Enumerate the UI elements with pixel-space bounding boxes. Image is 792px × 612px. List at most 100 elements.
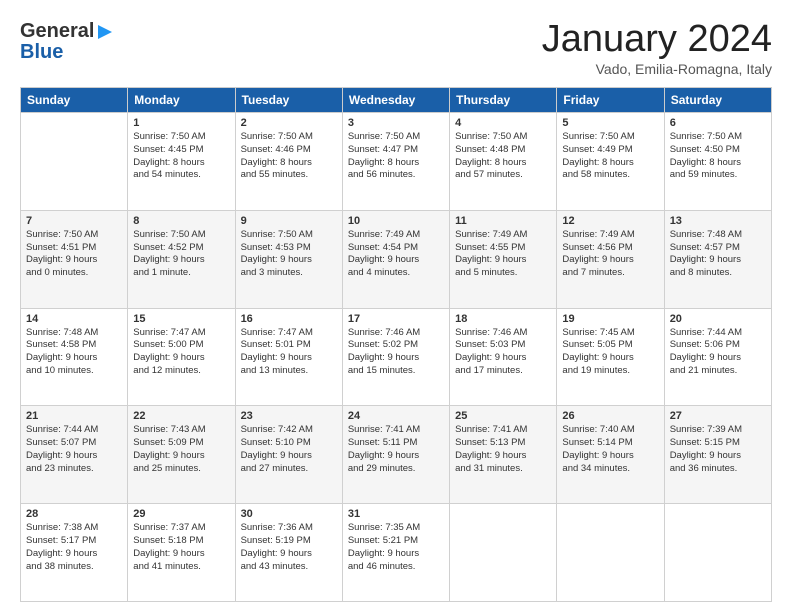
day-number: 11 xyxy=(455,215,551,227)
day-info: Sunrise: 7:49 AMSunset: 4:54 PMDaylight:… xyxy=(348,229,444,280)
table-row: 28 Sunrise: 7:38 AMSunset: 5:17 PMDayligh… xyxy=(21,504,128,602)
day-number: 4 xyxy=(455,117,551,129)
table-row: 18 Sunrise: 7:46 AMSunset: 5:03 PMDayligh… xyxy=(450,308,557,406)
calendar-header-row: Sunday Monday Tuesday Wednesday Thursday… xyxy=(21,88,772,113)
day-info: Sunrise: 7:40 AMSunset: 5:14 PMDaylight:… xyxy=(562,424,658,475)
day-number: 14 xyxy=(26,313,122,325)
day-info: Sunrise: 7:49 AMSunset: 4:55 PMDaylight:… xyxy=(455,229,551,280)
day-info: Sunrise: 7:42 AMSunset: 5:10 PMDaylight:… xyxy=(241,424,337,475)
table-row: 9Sunrise: 7:50 AMSunset: 4:53 PMDaylight… xyxy=(235,210,342,308)
col-sunday: Sunday xyxy=(21,88,128,113)
day-number: 27 xyxy=(670,410,766,422)
day-number: 29 xyxy=(133,508,229,520)
table-row: 27 Sunrise: 7:39 AMSunset: 5:15 PMDayligh… xyxy=(664,406,771,504)
table-row: 10Sunrise: 7:49 AMSunset: 4:54 PMDayligh… xyxy=(342,210,449,308)
logo-arrow-icon xyxy=(96,23,114,41)
table-row: 2Sunrise: 7:50 AMSunset: 4:46 PMDaylight… xyxy=(235,113,342,211)
day-number: 7 xyxy=(26,215,122,227)
day-number: 3 xyxy=(348,117,444,129)
day-info: Sunrise: 7:45 AMSunset: 5:05 PMDaylight:… xyxy=(562,327,658,378)
day-info: Sunrise: 7:37 AMSunset: 5:18 PMDaylight:… xyxy=(133,522,229,573)
day-number: 20 xyxy=(670,313,766,325)
col-friday: Friday xyxy=(557,88,664,113)
day-info: Sunrise: 7:41 AMSunset: 5:11 PMDaylight:… xyxy=(348,424,444,475)
table-row: 17Sunrise: 7:46 AMSunset: 5:02 PMDayligh… xyxy=(342,308,449,406)
table-row: 25 Sunrise: 7:41 AMSunset: 5:13 PMDayligh… xyxy=(450,406,557,504)
day-number: 22 xyxy=(133,410,229,422)
day-number: 28 xyxy=(26,508,122,520)
day-number: 6 xyxy=(670,117,766,129)
day-info: Sunrise: 7:50 AMSunset: 4:45 PMDaylight:… xyxy=(133,131,229,182)
day-number: 5 xyxy=(562,117,658,129)
day-number: 17 xyxy=(348,313,444,325)
table-row: 4 Sunrise: 7:50 AMSunset: 4:48 PMDaylight… xyxy=(450,113,557,211)
day-info: Sunrise: 7:50 AMSunset: 4:47 PMDaylight:… xyxy=(348,131,444,182)
calendar-week-row: 1 Sunrise: 7:50 AMSunset: 4:45 PMDaylight… xyxy=(21,113,772,211)
calendar-week-row: 28 Sunrise: 7:38 AMSunset: 5:17 PMDayligh… xyxy=(21,504,772,602)
table-row xyxy=(21,113,128,211)
table-row: 6Sunrise: 7:50 AMSunset: 4:50 PMDaylight… xyxy=(664,113,771,211)
table-row: 30Sunrise: 7:36 AMSunset: 5:19 PMDayligh… xyxy=(235,504,342,602)
table-row: 31 Sunrise: 7:35 AMSunset: 5:21 PMDayligh… xyxy=(342,504,449,602)
col-wednesday: Wednesday xyxy=(342,88,449,113)
calendar-page: General Blue January 2024 Vado, Emilia-R… xyxy=(0,0,792,612)
table-row: 14 Sunrise: 7:48 AMSunset: 4:58 PMDayligh… xyxy=(21,308,128,406)
day-number: 19 xyxy=(562,313,658,325)
table-row: 23Sunrise: 7:42 AMSunset: 5:10 PMDayligh… xyxy=(235,406,342,504)
day-info: Sunrise: 7:43 AMSunset: 5:09 PMDaylight:… xyxy=(133,424,229,475)
table-row: 20Sunrise: 7:44 AMSunset: 5:06 PMDayligh… xyxy=(664,308,771,406)
table-row xyxy=(450,504,557,602)
table-row: 19 Sunrise: 7:45 AMSunset: 5:05 PMDayligh… xyxy=(557,308,664,406)
day-number: 26 xyxy=(562,410,658,422)
day-number: 30 xyxy=(241,508,337,520)
day-info: Sunrise: 7:39 AMSunset: 5:15 PMDaylight:… xyxy=(670,424,766,475)
table-row: 22 Sunrise: 7:43 AMSunset: 5:09 PMDayligh… xyxy=(128,406,235,504)
day-number: 21 xyxy=(26,410,122,422)
day-info: Sunrise: 7:48 AMSunset: 4:58 PMDaylight:… xyxy=(26,327,122,378)
day-info: Sunrise: 7:48 AMSunset: 4:57 PMDaylight:… xyxy=(670,229,766,280)
table-row: 13Sunrise: 7:48 AMSunset: 4:57 PMDayligh… xyxy=(664,210,771,308)
day-info: Sunrise: 7:50 AMSunset: 4:52 PMDaylight:… xyxy=(133,229,229,280)
table-row xyxy=(664,504,771,602)
day-number: 18 xyxy=(455,313,551,325)
day-info: Sunrise: 7:50 AMSunset: 4:48 PMDaylight:… xyxy=(455,131,551,182)
table-row: 8 Sunrise: 7:50 AMSunset: 4:52 PMDaylight… xyxy=(128,210,235,308)
day-info: Sunrise: 7:47 AMSunset: 5:00 PMDaylight:… xyxy=(133,327,229,378)
day-info: Sunrise: 7:41 AMSunset: 5:13 PMDaylight:… xyxy=(455,424,551,475)
table-row: 26 Sunrise: 7:40 AMSunset: 5:14 PMDayligh… xyxy=(557,406,664,504)
day-number: 24 xyxy=(348,410,444,422)
day-info: Sunrise: 7:47 AMSunset: 5:01 PMDaylight:… xyxy=(241,327,337,378)
day-number: 15 xyxy=(133,313,229,325)
table-row xyxy=(557,504,664,602)
header: General Blue January 2024 Vado, Emilia-R… xyxy=(20,18,772,77)
day-info: Sunrise: 7:46 AMSunset: 5:03 PMDaylight:… xyxy=(455,327,551,378)
col-monday: Monday xyxy=(128,88,235,113)
table-row: 1 Sunrise: 7:50 AMSunset: 4:45 PMDaylight… xyxy=(128,113,235,211)
col-tuesday: Tuesday xyxy=(235,88,342,113)
logo-blue: Blue xyxy=(20,41,63,64)
day-info: Sunrise: 7:49 AMSunset: 4:56 PMDaylight:… xyxy=(562,229,658,280)
calendar-week-row: 21Sunrise: 7:44 AMSunset: 5:07 PMDayligh… xyxy=(21,406,772,504)
table-row: 29 Sunrise: 7:37 AMSunset: 5:18 PMDayligh… xyxy=(128,504,235,602)
table-row: 12Sunrise: 7:49 AMSunset: 4:56 PMDayligh… xyxy=(557,210,664,308)
day-number: 31 xyxy=(348,508,444,520)
calendar-table: Sunday Monday Tuesday Wednesday Thursday… xyxy=(20,87,772,602)
day-number: 8 xyxy=(133,215,229,227)
day-number: 9 xyxy=(241,215,337,227)
day-number: 1 xyxy=(133,117,229,129)
table-row: 7Sunrise: 7:50 AMSunset: 4:51 PMDaylight… xyxy=(21,210,128,308)
day-info: Sunrise: 7:38 AMSunset: 5:17 PMDaylight:… xyxy=(26,522,122,573)
logo: General Blue xyxy=(20,20,114,64)
table-row: 16 Sunrise: 7:47 AMSunset: 5:01 PMDayligh… xyxy=(235,308,342,406)
col-thursday: Thursday xyxy=(450,88,557,113)
day-number: 16 xyxy=(241,313,337,325)
table-row: 3 Sunrise: 7:50 AMSunset: 4:47 PMDaylight… xyxy=(342,113,449,211)
day-number: 25 xyxy=(455,410,551,422)
table-row: 24 Sunrise: 7:41 AMSunset: 5:11 PMDayligh… xyxy=(342,406,449,504)
table-row: 11 Sunrise: 7:49 AMSunset: 4:55 PMDayligh… xyxy=(450,210,557,308)
location: Vado, Emilia-Romagna, Italy xyxy=(542,61,772,77)
calendar-week-row: 7Sunrise: 7:50 AMSunset: 4:51 PMDaylight… xyxy=(21,210,772,308)
day-info: Sunrise: 7:35 AMSunset: 5:21 PMDaylight:… xyxy=(348,522,444,573)
col-saturday: Saturday xyxy=(664,88,771,113)
title-area: January 2024 Vado, Emilia-Romagna, Italy xyxy=(542,18,772,77)
